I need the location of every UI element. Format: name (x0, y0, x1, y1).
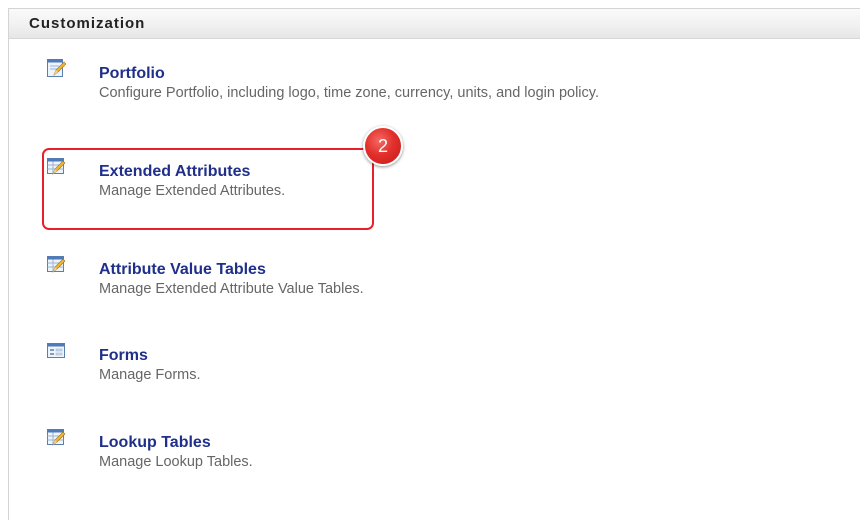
item-description-portfolio: Configure Portfolio, including logo, tim… (99, 85, 599, 101)
item-title-portfolio[interactable]: Portfolio (99, 65, 165, 83)
panel-header: Customization (9, 9, 860, 39)
edit-document-icon (46, 58, 67, 78)
item-title-forms[interactable]: Forms (99, 347, 148, 365)
edit-table-icon (46, 427, 66, 447)
item-description-lookup-tables: Manage Lookup Tables. (99, 454, 253, 470)
item-description-attribute-value-tables: Manage Extended Attribute Value Tables. (99, 281, 364, 297)
panel-title: Customization (29, 15, 146, 32)
edit-table-icon (46, 254, 66, 274)
step-number-badge: 2 (363, 126, 403, 166)
list-item-forms[interactable]: Forms Manage Forms. (0, 340, 840, 392)
item-title-lookup-tables[interactable]: Lookup Tables (99, 434, 211, 452)
list-item-lookup-tables[interactable]: Lookup Tables Manage Lookup Tables. (0, 427, 840, 479)
highlight-box (42, 148, 374, 230)
list-item-attribute-value-tables[interactable]: Attribute Value Tables Manage Extended A… (0, 254, 840, 306)
list-item-portfolio[interactable]: Portfolio Configure Portfolio, including… (0, 58, 840, 110)
item-description-forms: Manage Forms. (99, 367, 201, 383)
form-icon (46, 340, 66, 360)
item-title-attribute-value-tables[interactable]: Attribute Value Tables (99, 261, 266, 279)
